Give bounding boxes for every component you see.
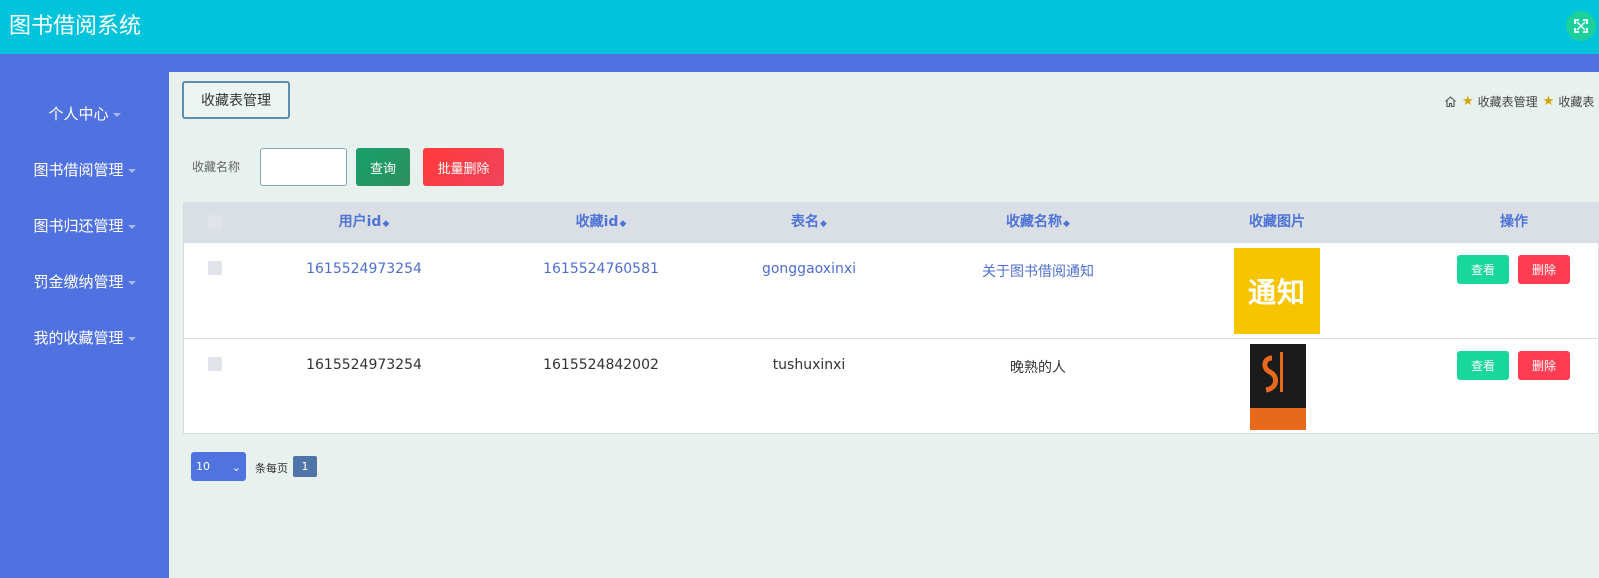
- sidebar-item-label: 我的收藏管理: [33, 329, 124, 347]
- caret-down-icon: [112, 112, 121, 117]
- home-icon[interactable]: [1444, 95, 1457, 108]
- cell-userid: 1615524973254: [306, 357, 422, 373]
- sidebar-item-label: 图书归还管理: [33, 217, 124, 235]
- delete-button[interactable]: 删除: [1518, 351, 1570, 380]
- sidebar-item-fine-management[interactable]: 罚金缴纳管理: [0, 267, 169, 297]
- app-title: 图书借阅系统: [9, 14, 142, 39]
- caret-down-icon: [127, 224, 136, 229]
- column-header-actions: 操作: [1500, 214, 1528, 230]
- sort-icon: ◆: [619, 219, 627, 229]
- page-size-select[interactable]: 10 ⌄: [191, 452, 246, 481]
- favorites-table: 用户id◆ 收藏id◆ 表名◆ 收藏名称◆ 收藏图片 操作 1615524973…: [183, 202, 1599, 434]
- star-icon: ★: [1462, 93, 1474, 109]
- sort-icon: ◆: [382, 219, 390, 229]
- book-cover-art: [1250, 344, 1306, 430]
- caret-down-icon: [127, 280, 136, 285]
- batch-delete-button[interactable]: 批量删除: [423, 148, 504, 186]
- table-row: 1615524973254 1615524842002 tushuxinxi 晚…: [184, 338, 1599, 434]
- breadcrumb-item-2[interactable]: 收藏表: [1558, 93, 1594, 110]
- row-checkbox[interactable]: [208, 261, 222, 275]
- view-button[interactable]: 查看: [1457, 255, 1509, 284]
- select-all-checkbox[interactable]: [208, 215, 222, 229]
- book-cover-thumbnail: [1250, 344, 1306, 430]
- sort-icon: ◆: [1063, 219, 1070, 229]
- sidebar-item-label: 罚金缴纳管理: [33, 273, 124, 291]
- cell-name: 关于图书借阅通知: [982, 264, 1094, 280]
- breadcrumb-item-1[interactable]: 收藏表管理: [1478, 93, 1538, 110]
- cell-tablename: gonggaoxinxi: [761, 261, 857, 277]
- delete-button[interactable]: 删除: [1518, 255, 1570, 284]
- page-title-button[interactable]: 收藏表管理: [182, 81, 290, 119]
- page-number-button[interactable]: 1: [293, 456, 317, 477]
- column-header-name[interactable]: 收藏名称◆: [968, 203, 1108, 242]
- per-page-label: 条每页: [255, 462, 288, 475]
- sidebar-item-label: 图书借阅管理: [33, 161, 124, 179]
- table-header: 用户id◆ 收藏id◆ 表名◆ 收藏名称◆ 收藏图片 操作: [184, 203, 1599, 242]
- top-bar: 图书借阅系统: [0, 0, 1599, 54]
- cell-refid: 1615524760581: [543, 261, 659, 277]
- sidebar: 个人中心 图书借阅管理 图书归还管理 罚金缴纳管理 我的收藏管理: [0, 54, 169, 578]
- cell-tablename: tushuxinxi: [772, 357, 846, 373]
- search-name-input[interactable]: [260, 148, 347, 186]
- cell-userid: 1615524973254: [306, 261, 422, 277]
- column-header-picture: 收藏图片: [1249, 214, 1305, 230]
- cell-refid: 1615524842002: [543, 357, 659, 373]
- fullscreen-icon: [1574, 19, 1588, 33]
- sidebar-item-favorites-management[interactable]: 我的收藏管理: [0, 323, 169, 353]
- view-button[interactable]: 查看: [1457, 351, 1509, 380]
- query-button[interactable]: 查询: [356, 148, 410, 186]
- sidebar-item-personal-center[interactable]: 个人中心: [0, 99, 169, 129]
- chevron-down-icon: ⌄: [231, 461, 241, 474]
- notice-thumbnail: 通知: [1234, 248, 1320, 334]
- sub-header-bar: [0, 54, 1599, 72]
- table-row: 1615524973254 1615524760581 gonggaoxinxi…: [184, 242, 1599, 338]
- column-header-userid[interactable]: 用户id◆: [304, 203, 424, 242]
- column-header-tablename[interactable]: 表名◆: [759, 203, 859, 242]
- column-header-refid[interactable]: 收藏id◆: [536, 203, 666, 242]
- sort-icon: ◆: [820, 219, 827, 229]
- fullscreen-button[interactable]: [1566, 11, 1596, 41]
- search-label: 收藏名称: [192, 160, 241, 174]
- breadcrumb: ★ 收藏表管理 ★ 收藏表: [1444, 92, 1594, 110]
- caret-down-icon: [127, 336, 136, 341]
- sidebar-item-borrow-management[interactable]: 图书借阅管理: [0, 155, 169, 185]
- row-checkbox[interactable]: [208, 357, 222, 371]
- sidebar-item-return-management[interactable]: 图书归还管理: [0, 211, 169, 241]
- caret-down-icon: [127, 168, 136, 173]
- cell-name: 晚熟的人: [1010, 360, 1066, 376]
- sidebar-item-label: 个人中心: [48, 105, 109, 123]
- star-icon: ★: [1542, 93, 1555, 109]
